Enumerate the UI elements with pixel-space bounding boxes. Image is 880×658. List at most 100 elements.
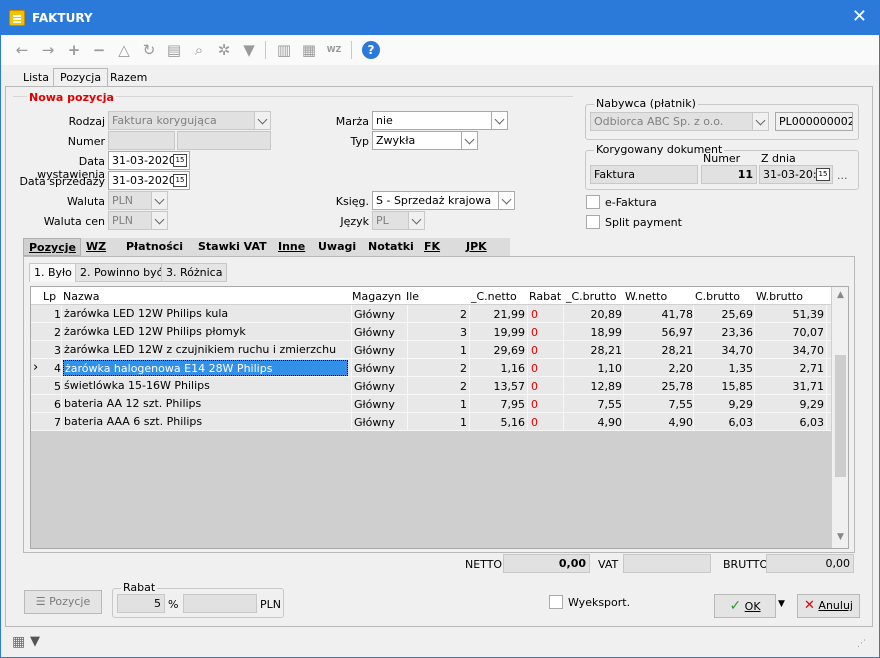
cell-magazyn[interactable]: Główny (354, 308, 404, 321)
cell-wnetto[interactable]: 4,90 (625, 416, 694, 429)
calendar-icon[interactable]: 15 (816, 168, 830, 181)
cell-wbrutto[interactable]: 31,71 (756, 380, 825, 393)
help-icon[interactable]: ? (362, 41, 380, 59)
cell-lp[interactable]: 1 (39, 308, 61, 321)
col-nazwa[interactable]: Nazwa (63, 290, 99, 303)
cell-cbrutto-underscore[interactable]: 20,89 (566, 308, 623, 321)
cell-nazwa[interactable]: bateria AAA 6 szt. Philips (63, 414, 348, 430)
cell-magazyn[interactable]: Główny (354, 380, 404, 393)
chevron-down-icon[interactable] (152, 191, 168, 210)
tab-notatki[interactable]: Notatki (363, 238, 419, 256)
efaktura-checkbox[interactable] (586, 195, 600, 209)
table-row[interactable]: 7 bateria AAA 6 szt. Philips Główny 1 5,16 0 4… (31, 413, 831, 431)
cell-magazyn[interactable]: Główny (354, 326, 404, 339)
cell-wnetto[interactable]: 56,97 (625, 326, 694, 339)
cell-nazwa[interactable]: żarówka LED 12W Philips kula (63, 306, 348, 322)
calendar-icon[interactable]: 15 (173, 154, 187, 167)
cell-lp[interactable]: 4 (39, 362, 61, 375)
rabat-percent-field[interactable]: 5 (117, 594, 165, 613)
ok-dropdown-icon[interactable]: ▼ (778, 599, 785, 609)
wz-icon[interactable]: WZ (325, 41, 343, 59)
more-button[interactable]: ... (837, 169, 848, 182)
zoom-icon[interactable]: ⌕ (190, 41, 208, 59)
cell-ile[interactable]: 1 (411, 344, 467, 357)
cell-ile[interactable]: 1 (411, 416, 467, 429)
cell-cbrutto-underscore[interactable]: 1,10 (566, 362, 623, 375)
table-row[interactable]: › 4 żarówka halogenowa E14 28W Philips Głów… (31, 359, 831, 377)
table-row[interactable]: 6 bateria AA 12 szt. Philips Główny 1 7,95 0 7… (31, 395, 831, 413)
cell-wnetto[interactable]: 25,78 (625, 380, 694, 393)
col-cbrutto-underscore[interactable]: _C.brutto (566, 290, 617, 303)
cell-cnetto[interactable]: 13,57 (471, 380, 526, 393)
wyeksport-checkbox[interactable] (549, 595, 563, 609)
chevron-down-icon[interactable] (255, 111, 271, 130)
tab-uwagi[interactable]: Uwagi (313, 238, 363, 256)
cell-wnetto[interactable]: 2,20 (625, 362, 694, 375)
pozycje-button[interactable]: ☰ Pozycje (24, 590, 102, 614)
cell-magazyn[interactable]: Główny (354, 398, 404, 411)
col-magazyn[interactable]: Magazyn (352, 290, 401, 303)
cell-cnetto[interactable]: 7,95 (471, 398, 526, 411)
cell-nazwa[interactable]: bateria AA 12 szt. Philips (63, 396, 348, 412)
cell-cbrutto-underscore[interactable]: 28,21 (566, 344, 623, 357)
korygowany-typ-field[interactable]: Faktura (590, 165, 698, 184)
document-icon[interactable]: ▦ (300, 41, 318, 59)
tab-platnosci[interactable]: Płatności (121, 238, 193, 256)
cell-wnetto[interactable]: 28,21 (625, 344, 694, 357)
col-rabat[interactable]: Rabat (529, 290, 561, 303)
col-cbrutto[interactable]: C.brutto (695, 290, 740, 303)
tools-icon[interactable]: ✲ (215, 41, 233, 59)
rabat-amount-field[interactable] (183, 594, 257, 613)
ok-button[interactable]: ✓ OK (714, 594, 776, 618)
table-row[interactable]: 3 żarówka LED 12W z czujnikiem ruchu i zm… (31, 341, 831, 359)
cell-magazyn[interactable]: Główny (354, 344, 404, 357)
tab-stawki-vat[interactable]: Stawki VAT (193, 238, 273, 256)
cell-lp[interactable]: 2 (39, 326, 61, 339)
forward-icon[interactable]: → (39, 41, 57, 59)
warning-icon[interactable]: △ (115, 41, 133, 59)
jezyk-field[interactable]: PL (372, 211, 409, 230)
cell-nazwa[interactable]: świetlówka 15-16W Philips (63, 378, 348, 394)
waluta-field[interactable]: PLN (108, 191, 152, 210)
col-lp[interactable]: Lp (43, 290, 56, 303)
cell-cnetto[interactable]: 5,16 (471, 416, 526, 429)
table-row[interactable]: 1 żarówka LED 12W Philips kula Główny 2 21,9… (31, 305, 831, 323)
korygowany-numer-field[interactable]: 11 (701, 165, 757, 184)
cell-cnetto[interactable]: 21,99 (471, 308, 526, 321)
cell-wnetto[interactable]: 41,78 (625, 308, 694, 321)
numer-field-2[interactable] (177, 131, 271, 150)
cell-rabat[interactable]: 0 (531, 380, 561, 393)
cell-rabat[interactable]: 0 (531, 308, 561, 321)
cell-rabat[interactable]: 0 (531, 326, 561, 339)
cell-wbrutto[interactable]: 70,07 (756, 326, 825, 339)
cell-ile[interactable]: 3 (411, 326, 467, 339)
grid-icon[interactable]: ▦ (12, 634, 25, 650)
filter-settings-icon[interactable]: ▼ (30, 634, 40, 649)
nabywca-name-field[interactable]: Odbiorca ABC Sp. z o.o. (590, 112, 753, 131)
close-icon[interactable]: ✕ (852, 7, 867, 27)
cell-lp[interactable]: 3 (39, 344, 61, 357)
col-cnetto[interactable]: _C.netto (471, 290, 517, 303)
cell-cnetto[interactable]: 29,69 (471, 344, 526, 357)
cell-lp[interactable]: 6 (39, 398, 61, 411)
chevron-down-icon[interactable] (409, 211, 425, 230)
tab-fk[interactable]: FK (419, 238, 461, 256)
cell-nazwa[interactable]: żarówka LED 12W z czujnikiem ruchu i zmi… (63, 342, 348, 358)
typ-field[interactable]: Zwykła (372, 131, 462, 150)
cell-magazyn[interactable]: Główny (354, 416, 404, 429)
chevron-down-icon[interactable] (499, 191, 515, 210)
split-payment-checkbox[interactable] (586, 215, 600, 229)
numer-field-1[interactable] (108, 131, 175, 150)
cell-cbrutto[interactable]: 25,69 (695, 308, 754, 321)
cell-nazwa[interactable]: żarówka halogenowa E14 28W Philips (63, 360, 348, 376)
cell-cbrutto-underscore[interactable]: 12,89 (566, 380, 623, 393)
tab-jpk[interactable]: JPK (461, 238, 510, 256)
cell-cbrutto[interactable]: 15,85 (695, 380, 754, 393)
cell-lp[interactable]: 7 (39, 416, 61, 429)
tab-pozycja[interactable]: Pozycja (53, 68, 109, 87)
cell-wnetto[interactable]: 7,55 (625, 398, 694, 411)
cell-ile[interactable]: 1 (411, 398, 467, 411)
calendar-icon[interactable]: 15 (173, 174, 187, 187)
scroll-down-icon[interactable]: ▼ (836, 533, 845, 542)
waluta-cen-field[interactable]: PLN (108, 211, 152, 230)
